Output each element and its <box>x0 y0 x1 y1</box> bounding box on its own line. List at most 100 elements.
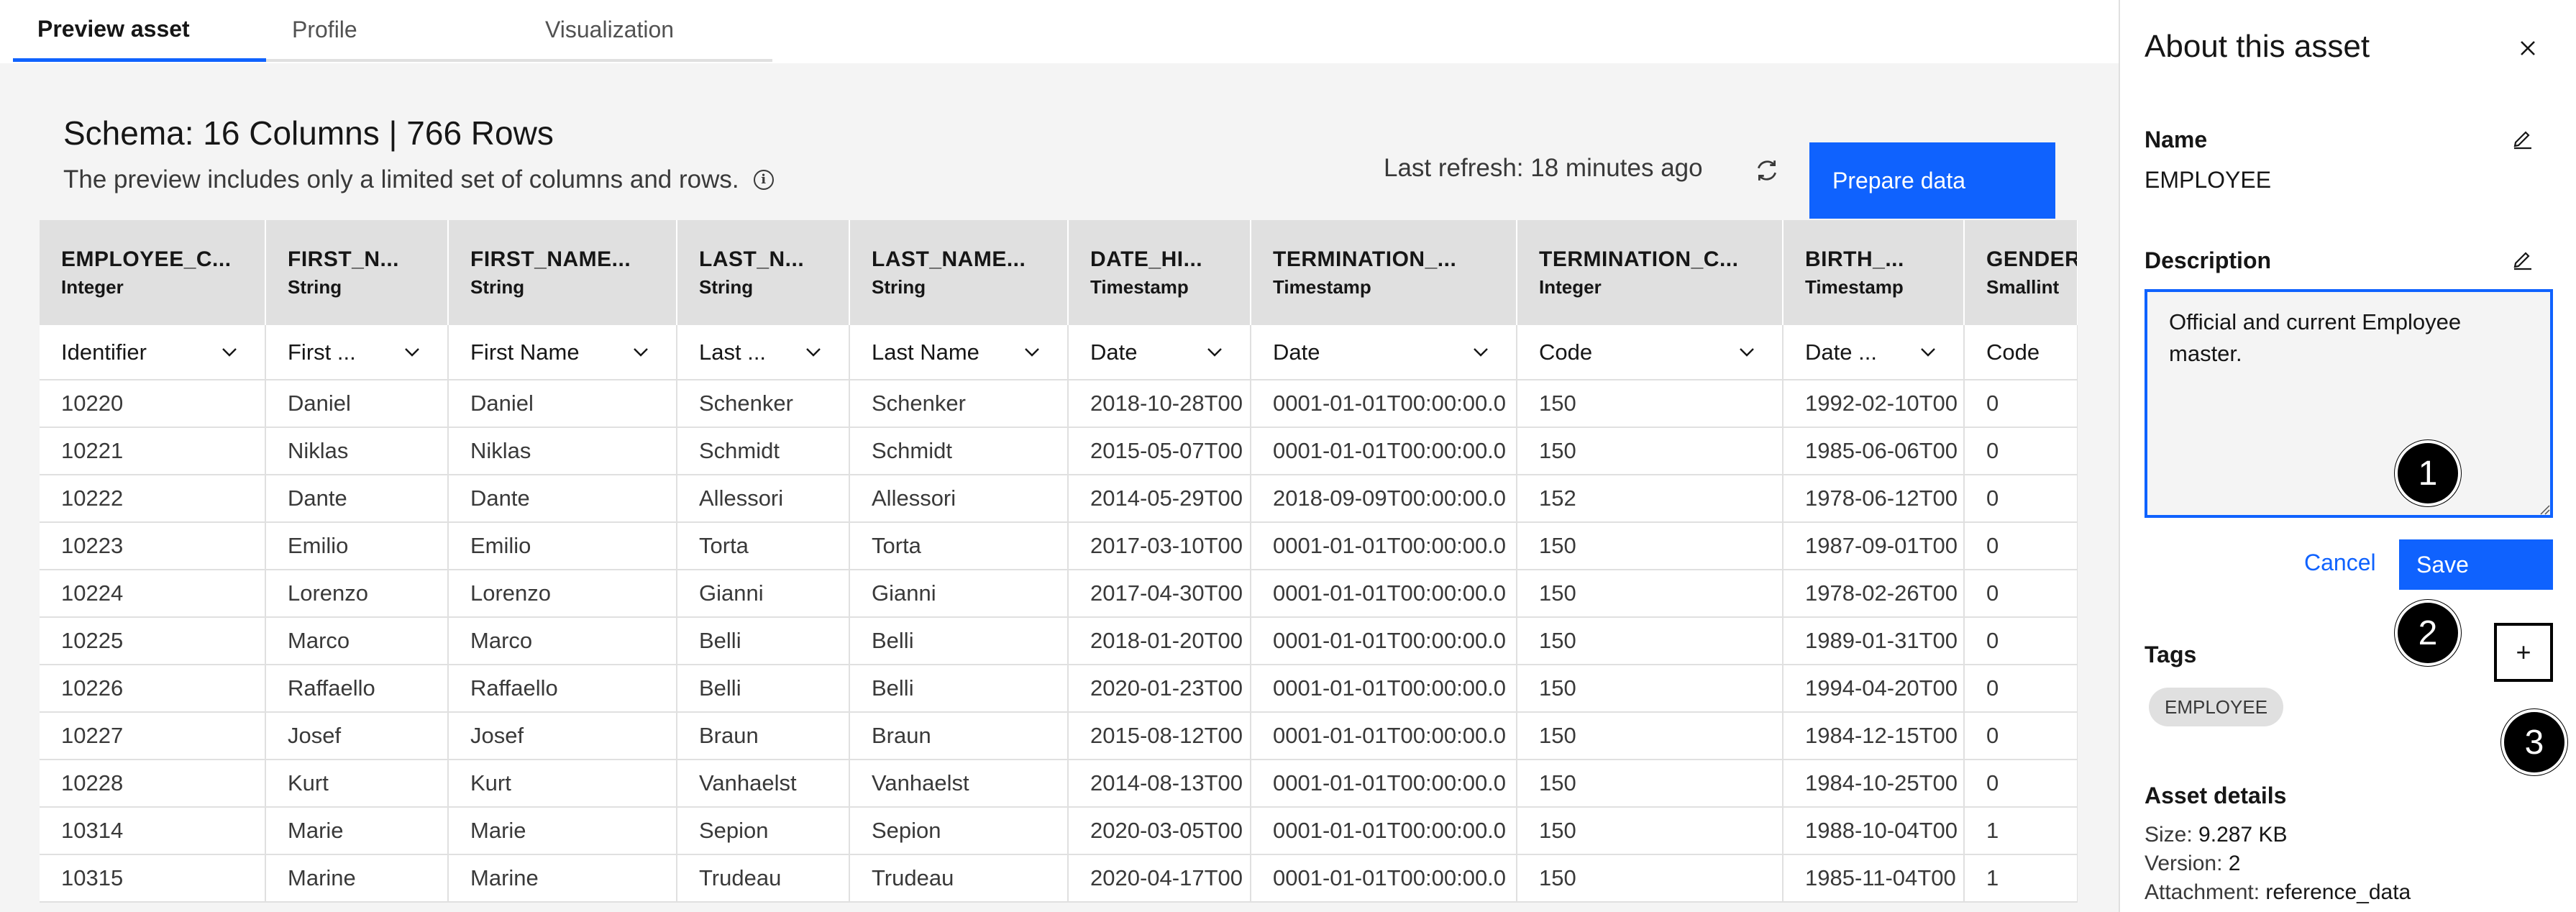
classification-select-inner[interactable]: First Name <box>470 339 675 365</box>
save-button[interactable]: Save <box>2399 539 2553 590</box>
table-cell: 150 <box>1517 570 1783 618</box>
table-cell: Gianni <box>849 570 1069 618</box>
table-cell: 10227 <box>40 712 266 760</box>
preview-content: Schema: 16 Columns | 766 Rows The previe… <box>0 63 2119 912</box>
table-cell: Niklas <box>448 427 677 475</box>
column-header[interactable]: DATE_HI... Timestamp <box>1068 220 1251 325</box>
attachment-value: reference_data <box>2265 880 2411 904</box>
column-type: Smallint <box>1986 275 2060 298</box>
table-cell: Trudeau <box>849 854 1069 903</box>
table-cell: 150 <box>1517 854 1783 903</box>
edit-description-icon[interactable] <box>2511 247 2534 270</box>
column-header[interactable]: EMPLOYEE_C... Integer <box>40 220 266 325</box>
classification-select[interactable]: Code <box>1964 325 2078 380</box>
chevron-down-icon <box>1921 347 1935 357</box>
classification-select-inner[interactable]: Date <box>1273 339 1515 365</box>
table-cell: 10220 <box>40 380 266 428</box>
version-value: 2 <box>2228 852 2241 875</box>
table-cell: 1 <box>1964 807 2078 855</box>
table-cell: 150 <box>1517 665 1783 713</box>
preview-pane: Preview asset Profile Visualization Sche… <box>0 0 2119 912</box>
column-header[interactable]: LAST_N... String <box>677 220 850 325</box>
add-tag-button[interactable]: + <box>2494 623 2553 682</box>
table-cell: 2020-03-05T00 <box>1068 807 1251 855</box>
table-cell: 0 <box>1964 522 2078 570</box>
table-cell: 0001-01-01T00:00:00.0 <box>1251 380 1517 428</box>
classification-select-inner[interactable]: Last Name <box>872 339 1067 365</box>
table-cell: 2018-01-20T00 <box>1068 617 1251 665</box>
column-name: LAST_N... <box>699 247 805 271</box>
classification-select[interactable]: First Name <box>448 325 677 380</box>
tag-chip[interactable]: EMPLOYEE <box>2149 688 2284 726</box>
classification-select-inner[interactable]: Date ... <box>1805 339 1963 365</box>
classification-select[interactable]: First ... <box>265 325 449 380</box>
table-cell: 10228 <box>40 760 266 808</box>
table-cell: Trudeau <box>677 854 850 903</box>
refresh-icon[interactable] <box>1755 158 1779 183</box>
tab-visualization[interactable]: Visualization <box>519 0 772 62</box>
classification-select-inner[interactable]: Last ... <box>699 339 848 365</box>
about-asset-panel: About this asset Name EMPLOYEE Descripti… <box>2119 0 2576 912</box>
table-cell: 0001-01-01T00:00:00.0 <box>1251 665 1517 713</box>
classification-select-inner[interactable]: Code <box>1986 339 2076 365</box>
tab-preview-asset[interactable]: Preview asset <box>13 0 266 62</box>
classification-select[interactable]: Identifier <box>40 325 266 380</box>
classification-select-inner[interactable]: Date <box>1090 339 1249 365</box>
classification-select[interactable]: Date <box>1068 325 1251 380</box>
classification-value: First ... <box>288 339 356 365</box>
table-row: 10226 Raffaello Raffaello Belli Belli 2020-01… <box>40 665 2078 713</box>
close-icon[interactable] <box>2518 39 2537 58</box>
version-detail: Version: 2 <box>2145 852 2240 876</box>
classification-value: Last ... <box>699 339 767 365</box>
column-header[interactable]: BIRTH_... Timestamp <box>1783 220 1965 325</box>
edit-name-icon[interactable] <box>2511 127 2534 150</box>
column-type: String <box>872 275 926 298</box>
classification-select-inner[interactable]: Identifier <box>61 339 264 365</box>
table-cell: 150 <box>1517 760 1783 808</box>
resize-grip-icon[interactable] <box>2539 503 2550 515</box>
preview-note: The preview includes only a limited set … <box>63 165 774 194</box>
table-cell: Josef <box>265 712 449 760</box>
table-row: 10224 Lorenzo Lorenzo Gianni Gianni 2017-04-3… <box>40 570 2078 618</box>
column-name: LAST_NAME... <box>872 247 1026 271</box>
classification-select[interactable]: Code <box>1517 325 1783 380</box>
table-cell: 1978-02-26T00 <box>1783 570 1965 618</box>
table-cell: 150 <box>1517 522 1783 570</box>
classification-value: Identifier <box>61 339 147 365</box>
column-header[interactable]: FIRST_N... String <box>265 220 449 325</box>
table-cell: Sepion <box>677 807 850 855</box>
cancel-button[interactable]: Cancel <box>2304 550 2376 576</box>
classification-select-inner[interactable]: First ... <box>288 339 447 365</box>
tab-bar: Preview asset Profile Visualization <box>13 0 772 63</box>
column-type: String <box>699 275 754 298</box>
column-header[interactable]: FIRST_NAME... String <box>448 220 677 325</box>
description-label: Description <box>2145 247 2272 273</box>
table-cell: 0 <box>1964 617 2078 665</box>
column-header-row: EMPLOYEE_C... Integer FIRST_N... String FIRS… <box>40 220 2078 325</box>
table-cell: 0001-01-01T00:00:00.0 <box>1251 617 1517 665</box>
column-header[interactable]: GENDER Smallint <box>1964 220 2078 325</box>
classification-select-inner[interactable]: Code <box>1539 339 1781 365</box>
column-name: BIRTH_... <box>1805 247 1904 271</box>
tab-profile[interactable]: Profile <box>266 0 519 62</box>
panel-title: About this asset <box>2145 29 2370 64</box>
chevron-down-icon <box>806 347 821 357</box>
classification-select[interactable]: Last ... <box>677 325 850 380</box>
prepare-data-button[interactable]: Prepare data <box>1809 142 2055 219</box>
table-cell: Schenker <box>677 380 850 428</box>
classification-select[interactable]: Date <box>1251 325 1517 380</box>
table-cell: 0 <box>1964 760 2078 808</box>
description-textarea[interactable]: Official and current Employee master. <box>2145 289 2553 518</box>
table-cell: 2014-05-29T00 <box>1068 475 1251 523</box>
column-header[interactable]: LAST_NAME... String <box>849 220 1069 325</box>
table-cell: 2020-04-17T00 <box>1068 854 1251 903</box>
info-icon[interactable]: i <box>753 170 774 190</box>
classification-value: Date <box>1090 339 1138 365</box>
table-cell: 2017-04-30T00 <box>1068 570 1251 618</box>
column-header[interactable]: TERMINATION_C... Integer <box>1517 220 1783 325</box>
table-cell: Emilio <box>448 522 677 570</box>
table-cell: 0001-01-01T00:00:00.0 <box>1251 807 1517 855</box>
classification-select[interactable]: Last Name <box>849 325 1069 380</box>
column-header[interactable]: TERMINATION_... Timestamp <box>1251 220 1517 325</box>
classification-select[interactable]: Date ... <box>1783 325 1965 380</box>
